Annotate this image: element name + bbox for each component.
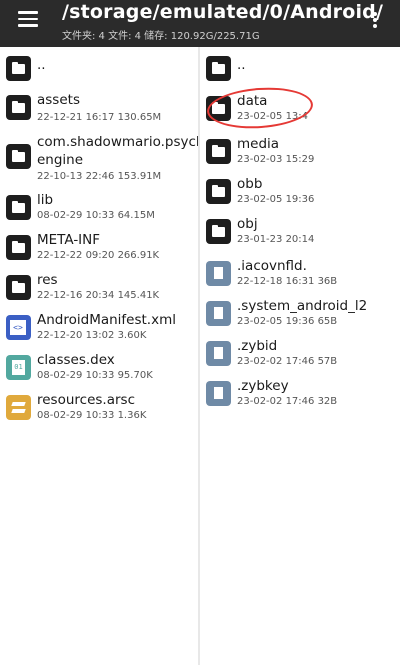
item-meta: 08-02-29 10:33 1.36K <box>37 410 147 421</box>
item-meta: 08-02-29 10:33 95.70K <box>37 370 153 381</box>
list-item[interactable]: com.shadowmario.psych engine 22-10-13 22… <box>0 131 204 183</box>
item-name: .. <box>237 57 246 73</box>
path-title: /storage/emulated/0/Android/ <box>62 1 384 23</box>
folder-icon <box>6 95 31 120</box>
item-meta: 22-12-16 20:34 145.41K <box>37 290 160 301</box>
list-item[interactable]: assets 22-12-21 16:17 130.65M <box>0 87 198 127</box>
folder-icon <box>206 179 231 204</box>
item-name: .iacovnfld. <box>237 258 307 274</box>
file-icon <box>206 301 231 326</box>
file-icon <box>206 381 231 406</box>
item-name: .zybkey <box>237 378 289 394</box>
list-item[interactable]: lib 08-02-29 10:33 64.15M <box>0 189 198 229</box>
folder-icon <box>206 219 231 244</box>
item-name: obj <box>237 216 258 232</box>
item-meta: 23-01-23 20:14 <box>237 234 315 245</box>
list-item-parent[interactable]: .. <box>200 47 400 87</box>
storage-summary: 文件夹: 4 文件: 4 储存: 120.92G/225.71G <box>62 31 260 42</box>
item-name: .. <box>37 57 46 73</box>
item-name: obb <box>237 176 263 192</box>
item-meta: 22-12-20 13:02 3.60K <box>37 330 147 341</box>
item-meta: 08-02-29 10:33 64.15M <box>37 210 155 221</box>
file-icon <box>206 261 231 286</box>
item-meta: 23-02-05 19:36 <box>237 194 315 205</box>
folder-icon <box>6 144 31 169</box>
list-item[interactable]: obj 23-01-23 20:14 <box>200 213 400 253</box>
list-item[interactable]: AndroidManifest.xml 22-12-20 13:02 3.60K <box>0 309 198 349</box>
item-meta: 23-02-05 19:36 65B <box>237 316 338 327</box>
item-meta: 22-12-22 09:20 266.91K <box>37 250 160 261</box>
item-name: AndroidManifest.xml <box>37 312 176 328</box>
item-name: resources.arsc <box>37 392 135 408</box>
item-name: res <box>37 272 58 288</box>
item-name: .zybid <box>237 338 278 354</box>
file-icon <box>206 341 231 366</box>
list-item-parent[interactable]: .. <box>0 47 198 87</box>
item-meta: 22-10-13 22:46 153.91M <box>37 171 162 182</box>
list-item[interactable]: resources.arsc 08-02-29 10:33 1.36K <box>0 389 198 429</box>
item-name: classes.dex <box>37 352 115 368</box>
list-item[interactable]: res 22-12-16 20:34 145.41K <box>0 269 198 309</box>
list-item[interactable]: obb 23-02-05 19:36 <box>200 173 400 213</box>
item-meta: 22-12-21 16:17 130.65M <box>37 112 162 123</box>
item-meta: 23-02-02 17:46 57B <box>237 356 338 367</box>
list-item[interactable]: media 23-02-03 15:29 <box>200 133 400 173</box>
left-file-pane: .. assets 22-12-21 16:17 130.65M com.sha… <box>0 47 204 665</box>
list-item[interactable]: META-INF 22-12-22 09:20 266.91K <box>0 229 198 269</box>
resources-file-icon <box>6 395 31 420</box>
item-name-continued: engine <box>37 152 84 168</box>
item-meta: 23-02-03 15:29 <box>237 154 315 165</box>
list-item[interactable]: .system_android_l2 23-02-05 19:36 65B <box>200 295 400 335</box>
folder-icon <box>206 139 231 164</box>
more-options-icon[interactable] <box>372 10 378 30</box>
folder-icon <box>6 56 31 81</box>
dex-file-icon <box>6 355 31 380</box>
list-item[interactable]: .iacovnfld. 22-12-18 16:31 36B <box>200 255 400 295</box>
right-file-pane: .. data 23-02-05 13:4 media 23-02-03 15:… <box>200 47 400 665</box>
top-app-bar: /storage/emulated/0/Android/ 文件夹: 4 文件: … <box>0 0 400 47</box>
item-name: media <box>237 136 280 152</box>
menu-icon[interactable] <box>18 11 38 27</box>
item-name: lib <box>37 192 54 208</box>
list-item[interactable]: classes.dex 08-02-29 10:33 95.70K <box>0 349 198 389</box>
folder-icon <box>6 235 31 260</box>
folder-icon <box>206 56 231 81</box>
list-item[interactable]: .zybkey 23-02-02 17:46 32B <box>200 375 400 415</box>
xml-file-icon <box>6 315 31 340</box>
list-item[interactable]: .zybid 23-02-02 17:46 57B <box>200 335 400 375</box>
folder-icon <box>6 195 31 220</box>
folder-icon <box>6 275 31 300</box>
item-name: META-INF <box>37 232 101 248</box>
item-meta: 22-12-18 16:31 36B <box>237 276 338 287</box>
item-name: assets <box>37 92 80 108</box>
item-name: .system_android_l2 <box>237 298 368 314</box>
item-name: com.shadowmario.psych <box>37 134 205 150</box>
item-meta: 23-02-02 17:46 32B <box>237 396 338 407</box>
